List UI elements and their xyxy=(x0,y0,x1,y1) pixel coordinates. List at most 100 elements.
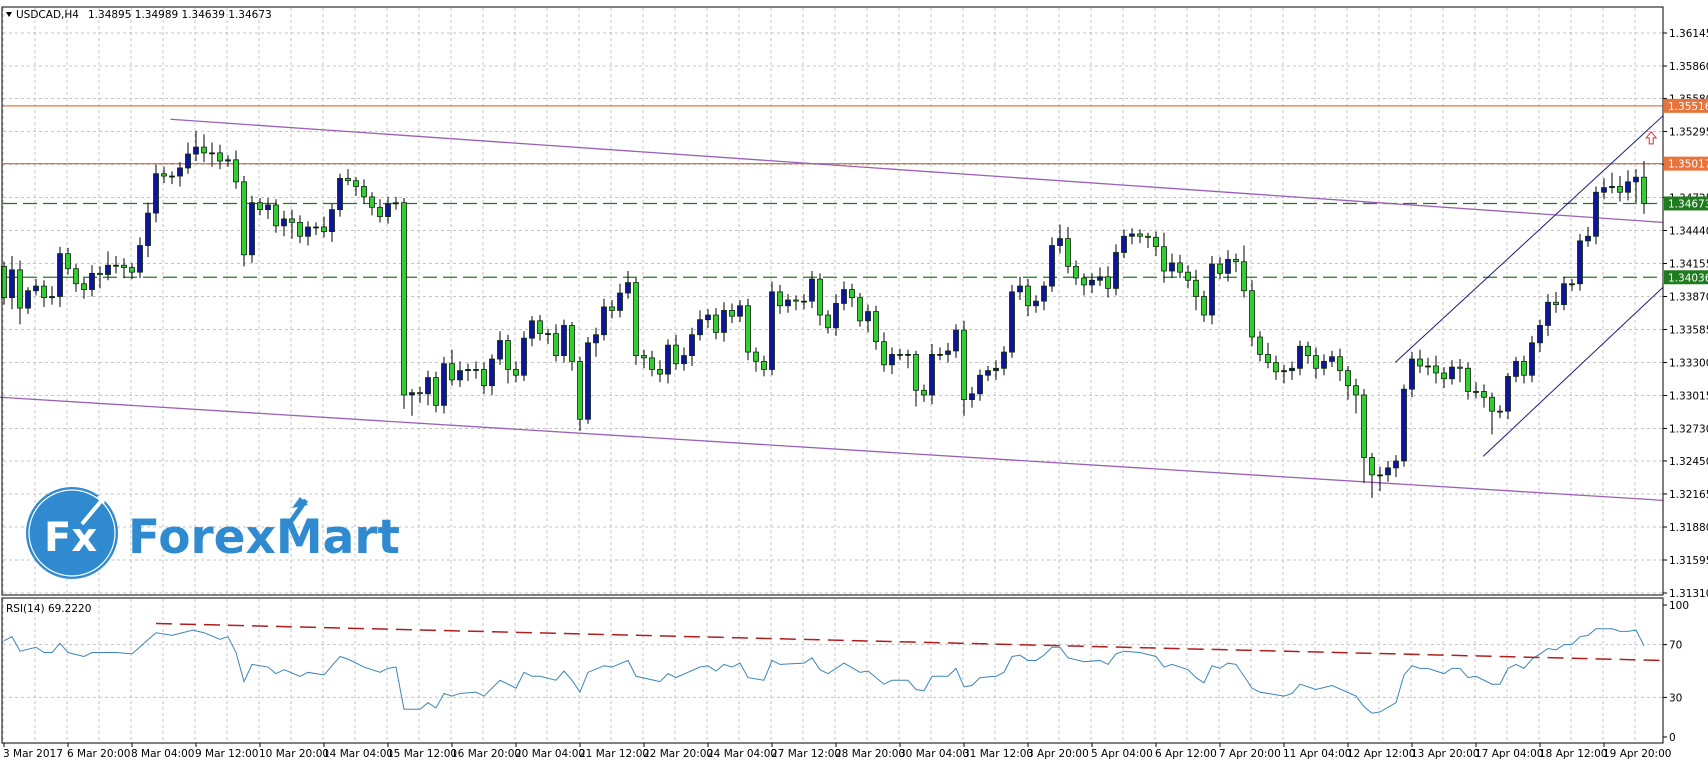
time-tick-label: 17 Apr 04:00 xyxy=(1475,748,1543,760)
price-tick-label: 1.33015 xyxy=(1669,391,1708,403)
bear-candle xyxy=(761,360,767,370)
bull-candle xyxy=(281,218,287,227)
bear-candle xyxy=(1025,285,1031,307)
level-label: 1.35017 xyxy=(1668,159,1708,171)
bull-candle xyxy=(1497,410,1503,413)
bear-candle xyxy=(513,369,519,376)
bull-candle xyxy=(1625,181,1631,193)
bear-candle xyxy=(1257,336,1263,355)
bear-candle xyxy=(73,268,79,285)
dropdown-triangle-icon[interactable] xyxy=(6,12,12,17)
bull-candle xyxy=(1577,240,1583,285)
bear-candle xyxy=(1065,238,1071,267)
time-tick-label: 16 Mar 20:00 xyxy=(451,748,521,760)
bear-candle xyxy=(369,196,375,208)
bear-candle xyxy=(1417,358,1423,367)
bear-candle xyxy=(321,226,327,233)
bull-candle xyxy=(665,344,671,375)
bear-candle xyxy=(1073,265,1079,279)
bear-candle xyxy=(1313,355,1319,369)
bull-candle xyxy=(905,354,911,356)
bull-candle xyxy=(529,320,535,339)
bear-candle xyxy=(273,204,279,227)
level-label: 1.34673 xyxy=(1668,198,1708,210)
bull-candle xyxy=(1601,187,1607,193)
bear-candle xyxy=(17,269,23,309)
bear-candle xyxy=(233,159,239,183)
bull-candle xyxy=(585,342,591,420)
bear-candle xyxy=(417,392,423,395)
bear-candle xyxy=(1353,385,1359,396)
rsi-label: RSI(14) 69.2220 xyxy=(6,603,91,615)
bear-candle xyxy=(1641,176,1647,204)
time-tick-label: 15 Mar 12:00 xyxy=(387,748,457,760)
bear-candle xyxy=(1201,296,1207,316)
bear-candle xyxy=(1273,362,1279,373)
bear-candle xyxy=(1185,271,1191,281)
bull-candle xyxy=(1569,283,1575,286)
bull-candle xyxy=(145,212,151,246)
bear-candle xyxy=(377,206,383,217)
time-tick-label: 13 Apr 20:00 xyxy=(1411,748,1479,760)
bear-candle xyxy=(825,314,831,329)
bear-candle xyxy=(1177,262,1183,273)
bear-candle xyxy=(41,285,47,299)
bear-candle xyxy=(97,272,103,275)
rsi-trendline xyxy=(155,622,1662,662)
bull-candle xyxy=(977,374,983,395)
bull-candle xyxy=(49,296,55,299)
bear-candle xyxy=(241,181,247,256)
bull-candle xyxy=(1425,365,1431,368)
rsi-tick-label: 70 xyxy=(1669,640,1682,652)
usdcad-h4-chart[interactable]: Fx ForexMart 1.361451.358601.355801.3529… xyxy=(0,0,1708,764)
bear-candle xyxy=(881,341,887,366)
up-arrow-icon xyxy=(1645,131,1658,145)
bull-candle xyxy=(1041,285,1047,302)
bear-candle xyxy=(1161,246,1167,272)
bull-candle xyxy=(1009,291,1015,353)
bull-candle xyxy=(809,278,815,302)
bull-candle xyxy=(1473,391,1479,393)
bear-candle xyxy=(1465,367,1471,392)
rsi-panel xyxy=(3,622,1662,714)
bull-candle xyxy=(897,354,903,356)
bull-candle xyxy=(441,363,447,406)
candles xyxy=(1,130,1658,499)
bull-candle xyxy=(1057,238,1063,246)
bull-candle xyxy=(937,354,943,356)
bear-candle xyxy=(129,267,135,273)
bear-candle xyxy=(1521,360,1527,376)
bull-candle xyxy=(313,226,319,229)
rsi-tick-label: 100 xyxy=(1669,600,1689,612)
bull-candle xyxy=(769,291,775,370)
forexmart-logo: Fx ForexMart xyxy=(26,487,400,579)
rsi-line xyxy=(3,628,1645,714)
bear-candle xyxy=(1489,396,1495,412)
bull-candle xyxy=(929,354,935,396)
time-tick-label: 7 Apr 20:00 xyxy=(1219,748,1281,760)
bull-candle xyxy=(985,370,991,376)
time-tick-label: 5 Apr 04:00 xyxy=(1091,748,1153,760)
bull-candle xyxy=(1529,342,1535,376)
time-tick-label: 30 Mar 04:00 xyxy=(899,748,969,760)
bull-candle xyxy=(137,245,143,273)
price-tick-label: 1.33870 xyxy=(1669,291,1708,303)
bear-candle xyxy=(1369,457,1375,476)
bull-candle xyxy=(841,289,847,304)
bear-candle xyxy=(673,344,679,365)
bear-candle xyxy=(641,355,647,359)
chart-header[interactable]: USDCAD,H4 1.34895 1.34989 1.34639 1.3467… xyxy=(6,9,272,21)
bull-candle xyxy=(425,377,431,395)
bear-candle xyxy=(713,314,719,333)
price-tick-label: 1.35295 xyxy=(1669,126,1708,138)
bull-candle xyxy=(393,202,399,205)
bull-candle xyxy=(1289,367,1295,372)
bull-candle xyxy=(1113,252,1119,289)
bull-candle xyxy=(33,285,39,292)
bear-candle xyxy=(121,264,127,268)
bull-candle xyxy=(689,334,695,356)
bull-candle xyxy=(969,393,975,400)
bull-candle xyxy=(593,334,599,344)
ohlc-values: 1.34895 1.34989 1.34639 1.34673 xyxy=(88,9,272,21)
bull-candle xyxy=(497,340,503,360)
